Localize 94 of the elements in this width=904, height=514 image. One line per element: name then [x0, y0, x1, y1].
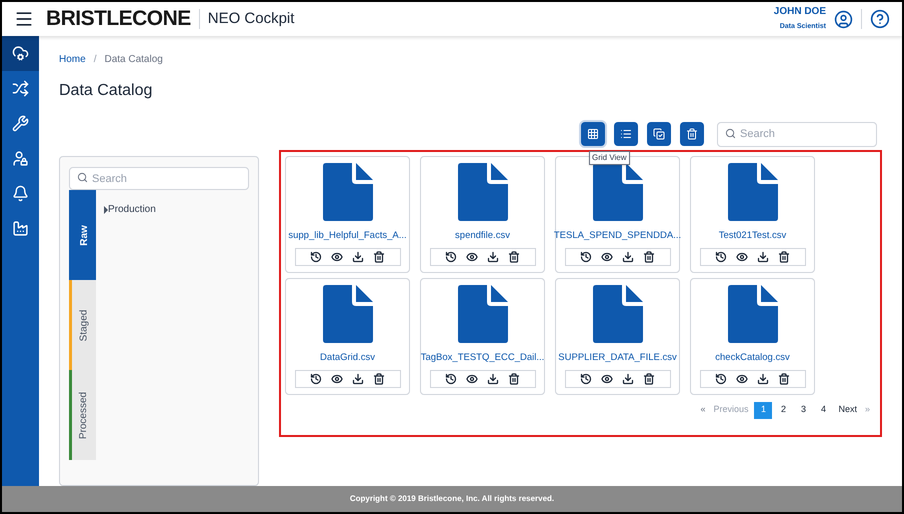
- trash-icon[interactable]: [643, 250, 655, 263]
- user-name: JOHN DOE: [774, 6, 826, 18]
- eye-icon[interactable]: [331, 372, 343, 385]
- page-title: Data Catalog: [59, 81, 154, 101]
- product-name: NEO Cockpit: [208, 8, 294, 29]
- download-icon[interactable]: [757, 250, 769, 263]
- file-icon: [458, 162, 508, 220]
- user-lock-icon: [12, 150, 29, 167]
- file-card[interactable]: TagBox_TESTQ_ECC_Dail...: [420, 278, 545, 394]
- file-card[interactable]: checkCatalog.csv: [690, 278, 815, 394]
- trash-icon[interactable]: [508, 372, 520, 385]
- file-icon: [458, 284, 508, 342]
- wrench-icon: [12, 115, 29, 132]
- trash-icon[interactable]: [643, 372, 655, 385]
- shuffle-icon: [12, 80, 29, 97]
- file-card[interactable]: spendfile.csv: [420, 156, 545, 272]
- factory-icon: [12, 220, 29, 237]
- download-icon[interactable]: [352, 250, 364, 263]
- history-icon[interactable]: [715, 372, 727, 385]
- sidebar-item[interactable]: [2, 36, 39, 71]
- file-card[interactable]: DataGrid.csv: [285, 278, 410, 394]
- grid-icon: [587, 128, 599, 140]
- file-name[interactable]: TagBox_TESTQ_ECC_Dail...: [420, 350, 544, 365]
- tree-node[interactable]: Production: [104, 202, 156, 217]
- tooltip: Grid View: [589, 150, 630, 165]
- vertical-tab[interactable]: Staged: [69, 280, 96, 370]
- file-card[interactable]: supp_lib_Helpful_Facts_A...: [285, 156, 410, 272]
- search-icon: [77, 172, 88, 182]
- history-icon[interactable]: [445, 372, 457, 385]
- file-name[interactable]: SUPPLIER_DATA_FILE.csv: [558, 350, 677, 365]
- history-icon[interactable]: [580, 372, 592, 385]
- search-field[interactable]: Search: [717, 122, 877, 146]
- brand-logo: BRISTLECONE: [46, 6, 191, 32]
- breadcrumb-separator: /: [94, 53, 96, 67]
- trash-icon[interactable]: [508, 250, 520, 263]
- download-icon[interactable]: [622, 372, 634, 385]
- eye-icon[interactable]: [736, 372, 748, 385]
- eye-icon[interactable]: [736, 250, 748, 263]
- file-name[interactable]: TESLA_SPEND_SPENDDA...: [554, 228, 682, 243]
- copy-button[interactable]: [647, 122, 671, 146]
- vertical-tab[interactable]: Raw: [69, 190, 96, 280]
- next-link[interactable]: Next »: [834, 403, 874, 417]
- file-icon: [322, 162, 372, 220]
- page-button[interactable]: 2: [774, 402, 792, 418]
- eye-icon[interactable]: [331, 250, 343, 263]
- search-icon: [725, 128, 736, 139]
- download-icon[interactable]: [622, 250, 634, 263]
- trash-icon[interactable]: [373, 372, 385, 385]
- file-name[interactable]: checkCatalog.csv: [715, 350, 790, 365]
- trash-icon[interactable]: [373, 250, 385, 263]
- page-button[interactable]: 4: [814, 402, 832, 418]
- list-view-button[interactable]: [614, 122, 638, 146]
- eye-icon[interactable]: [466, 372, 478, 385]
- history-icon[interactable]: [310, 372, 322, 385]
- eye-icon[interactable]: [601, 372, 613, 385]
- file-icon: [728, 284, 778, 342]
- download-icon[interactable]: [487, 250, 499, 263]
- previous-link[interactable]: « Previous: [696, 403, 752, 417]
- tree-search-field[interactable]: Search: [69, 167, 249, 190]
- user-icon[interactable]: [834, 10, 853, 28]
- bell-icon: [12, 185, 29, 202]
- page-button[interactable]: 3: [794, 402, 812, 418]
- download-icon[interactable]: [352, 372, 364, 385]
- vertical-tab[interactable]: Processed: [69, 370, 96, 460]
- eye-icon[interactable]: [466, 250, 478, 263]
- history-icon[interactable]: [310, 250, 322, 263]
- cloud-icon: [12, 45, 29, 62]
- help-icon[interactable]: [870, 9, 890, 29]
- file-name[interactable]: supp_lib_Helpful_Facts_A...: [288, 228, 407, 243]
- trash-icon[interactable]: [778, 250, 790, 263]
- file-icon: [322, 284, 372, 342]
- file-name[interactable]: spendfile.csv: [455, 228, 510, 243]
- file-name[interactable]: DataGrid.csv: [320, 350, 375, 365]
- history-icon[interactable]: [445, 250, 457, 263]
- file-icon: [728, 162, 778, 220]
- breadcrumb-current: Data Catalog: [104, 53, 163, 67]
- caret-icon: [104, 206, 108, 214]
- file-icon: [592, 162, 642, 220]
- breadcrumb-link[interactable]: Home: [59, 52, 86, 67]
- copyright-text: Copyright © 2019 Bristlecone, Inc. All rights reserved.: [350, 493, 554, 505]
- history-icon[interactable]: [715, 250, 727, 263]
- file-icon: [592, 284, 642, 342]
- eye-icon[interactable]: [601, 250, 613, 263]
- download-icon[interactable]: [487, 372, 499, 385]
- download-icon[interactable]: [757, 372, 769, 385]
- file-card[interactable]: Test021Test.csv: [690, 156, 815, 272]
- delete-button[interactable]: [680, 122, 704, 146]
- trash-icon: [686, 128, 698, 140]
- file-name[interactable]: Test021Test.csv: [718, 228, 786, 243]
- copy-check-icon: [653, 128, 665, 140]
- history-icon[interactable]: [580, 250, 592, 263]
- grid-view-button[interactable]: [581, 122, 605, 146]
- file-card[interactable]: SUPPLIER_DATA_FILE.csv: [555, 278, 680, 394]
- trash-icon[interactable]: [778, 372, 790, 385]
